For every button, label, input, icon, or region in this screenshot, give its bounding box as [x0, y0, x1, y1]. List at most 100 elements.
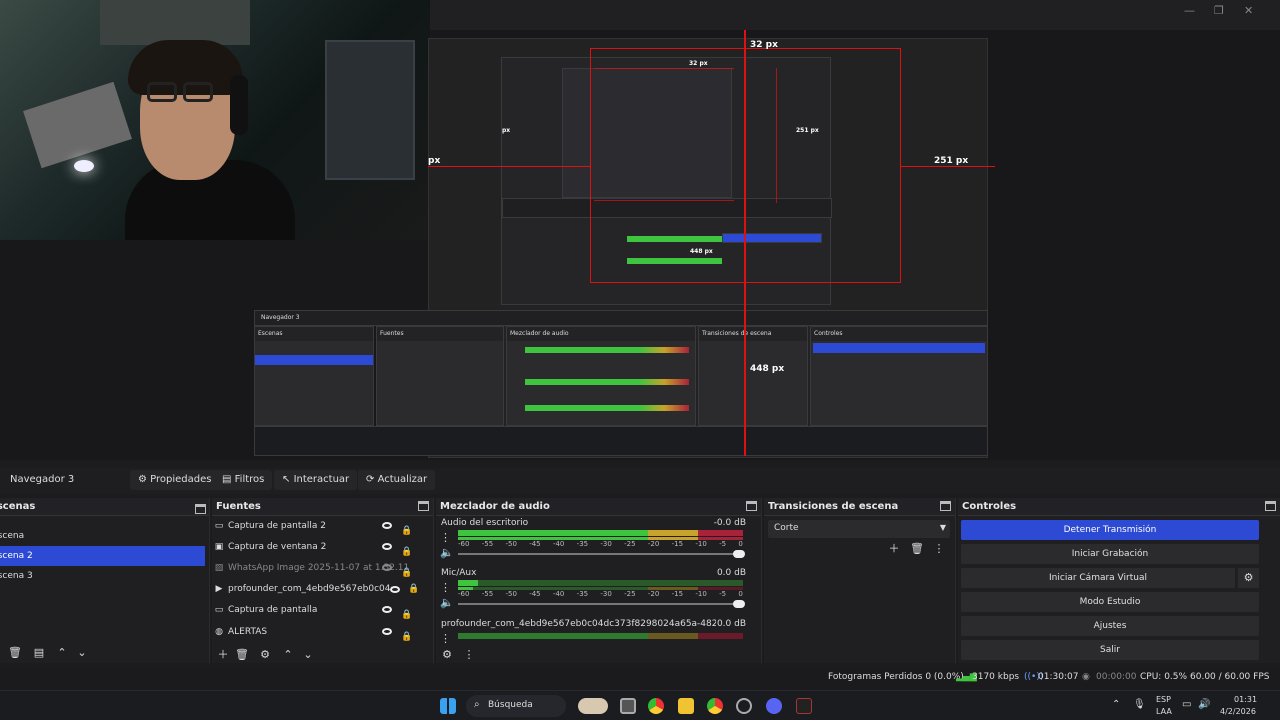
speaker-icon[interactable]: 🔈: [440, 596, 454, 610]
kebab-menu-icon[interactable]: ⋮: [462, 648, 476, 662]
source-item[interactable]: ▶ profounder_com_4ebd9e567eb0c04dc: [212, 579, 392, 600]
kebab-menu-icon[interactable]: ⋮: [440, 531, 451, 545]
slider-knob[interactable]: [733, 600, 745, 608]
discord-icon[interactable]: [766, 698, 782, 714]
gear-icon[interactable]: ⚙: [440, 648, 454, 662]
microphone-icon[interactable]: 🎙: [1133, 699, 1146, 710]
lock-icon[interactable]: 🔒: [401, 605, 412, 620]
windows-start-icon[interactable]: [440, 698, 456, 714]
source-item[interactable]: ▣ Captura de ventana 2 🔒: [212, 537, 417, 558]
speaker-icon[interactable]: 🔊: [1198, 699, 1210, 710]
chrome-icon[interactable]: [648, 698, 664, 714]
properties-button[interactable]: ⚙ Propiedades: [130, 470, 220, 490]
scene-item[interactable]: Escena 3: [0, 566, 205, 586]
lock-icon[interactable]: 🔒: [401, 563, 412, 578]
filter-icon: ▤: [222, 474, 235, 485]
maximize-icon[interactable]: ❐: [1214, 4, 1224, 17]
program-preview[interactable]: — ❐ ✕ Navegador 3 Escenas Fuentes Mezcla…: [0, 0, 1280, 460]
minimize-icon[interactable]: —: [1184, 4, 1195, 17]
start-recording-button[interactable]: Iniciar Grabación: [961, 544, 1259, 564]
nested-stop-button: [722, 233, 822, 243]
volume-slider[interactable]: [458, 550, 745, 558]
chevron-up-icon[interactable]: ⌃: [55, 646, 69, 660]
refresh-icon: ⟳: [366, 474, 378, 485]
network-icon[interactable]: ▭: [1182, 699, 1191, 710]
obs-icon[interactable]: [736, 698, 752, 714]
source-item[interactable]: ▭ Captura de pantalla 2 🔒: [212, 516, 417, 537]
eye-off-icon[interactable]: [382, 564, 392, 571]
nested-meter-b: [525, 379, 689, 385]
sources-popout-icon[interactable]: [418, 501, 429, 511]
controls-popout-icon[interactable]: [1265, 501, 1276, 511]
trash-icon[interactable]: 🗑: [910, 542, 924, 556]
chevron-up-icon[interactable]: ⌃: [281, 648, 295, 662]
lock-icon[interactable]: 🔒: [401, 521, 412, 536]
clock-time[interactable]: 01:31: [1234, 695, 1257, 704]
task-view-icon[interactable]: [620, 698, 636, 714]
settings-button[interactable]: Ajustes: [961, 616, 1259, 636]
nested-controls-title: Controles: [811, 327, 987, 341]
lock-icon[interactable]: 🔒: [401, 542, 412, 557]
nested-stop-stream: [813, 343, 985, 353]
language-indicator[interactable]: ESP: [1156, 695, 1171, 704]
speaker-icon[interactable]: 🔈: [440, 546, 454, 560]
studio-mode-button[interactable]: Modo Estudio: [961, 592, 1259, 612]
scenes-popout-icon[interactable]: [195, 504, 206, 514]
source-item[interactable]: ◍ ALERTAS 🔒: [212, 622, 417, 643]
transition-select[interactable]: Corte ▼: [768, 520, 950, 538]
chevron-down-icon[interactable]: ⌄: [301, 648, 315, 662]
nested-transitions-pane: Transiciones de escena: [698, 326, 808, 426]
sources-title: Fuentes: [212, 498, 433, 516]
filter-icon[interactable]: ▤: [32, 646, 46, 660]
meter-tick-label: -15: [671, 540, 684, 548]
chevron-up-icon[interactable]: ⌃: [1112, 699, 1120, 710]
lock-icon[interactable]: 🔒: [401, 627, 412, 642]
kebab-menu-icon[interactable]: ⋮: [440, 632, 451, 646]
plus-icon[interactable]: ＋: [216, 648, 230, 662]
scene-item-selected[interactable]: Escena 2: [0, 546, 205, 566]
volume-meter: [458, 633, 743, 639]
meter-tick-label: -55: [481, 540, 494, 548]
scene-item[interactable]: Escena: [0, 526, 205, 546]
eye-icon[interactable]: [390, 586, 400, 593]
widget-icon[interactable]: [578, 698, 608, 714]
chrome-icon[interactable]: [707, 698, 723, 714]
plus-icon[interactable]: ＋: [887, 542, 901, 556]
gear-icon[interactable]: ⚙: [258, 648, 272, 662]
taskbar-search[interactable]: ⌕ Búsqueda: [466, 695, 566, 717]
source-label: Captura de ventana 2: [228, 542, 327, 552]
folder-icon[interactable]: [678, 698, 694, 714]
refresh-button[interactable]: ⟳ Actualizar: [358, 470, 436, 490]
filters-button[interactable]: ▤ Filtros: [214, 470, 273, 490]
close-icon[interactable]: ✕: [1244, 4, 1253, 17]
controls-title: Controles: [958, 498, 1280, 516]
source-item-hidden[interactable]: ▨ WhatsApp Image 2025-11-07 at 1.32.11 🔒: [212, 558, 417, 579]
nested-capture-1: [501, 57, 832, 305]
slider-knob[interactable]: [733, 550, 745, 558]
lock-icon[interactable]: 🔒: [408, 584, 419, 594]
mixer-channel: profounder_com_4ebd9e567eb0c04dc373f8298…: [436, 618, 746, 648]
source-item[interactable]: ▭ Captura de pantalla 🔒: [212, 600, 417, 621]
chevron-down-icon[interactable]: ⌄: [75, 646, 89, 660]
virtual-camera-settings-icon[interactable]: ⚙: [1238, 568, 1259, 588]
eye-icon[interactable]: [382, 543, 392, 550]
eye-icon[interactable]: [382, 606, 392, 613]
trash-icon[interactable]: 🗑: [235, 648, 249, 662]
volume-slider[interactable]: [458, 600, 745, 608]
interact-button[interactable]: ↖ Interactuar: [274, 470, 358, 490]
clock-date[interactable]: 4/2/2026: [1220, 707, 1256, 716]
glasses-left: [147, 82, 177, 102]
kebab-menu-icon[interactable]: ⋮: [440, 581, 451, 595]
trash-icon[interactable]: 🗑: [8, 646, 22, 660]
eye-icon[interactable]: [382, 522, 392, 529]
mixer-popout-icon[interactable]: [746, 501, 757, 511]
stop-streaming-button[interactable]: Detener Transmisión: [961, 520, 1259, 540]
transitions-popout-icon[interactable]: [940, 501, 951, 511]
exit-button[interactable]: Salir: [961, 640, 1259, 660]
kebab-menu-icon[interactable]: ⋮: [932, 542, 946, 556]
start-virtual-camera-button[interactable]: Iniciar Cámara Virtual: [961, 568, 1235, 588]
meter-tick-label: -40: [552, 540, 565, 548]
app-icon[interactable]: [796, 698, 812, 714]
guide-vertical: [744, 30, 746, 456]
eye-icon[interactable]: [382, 628, 392, 635]
